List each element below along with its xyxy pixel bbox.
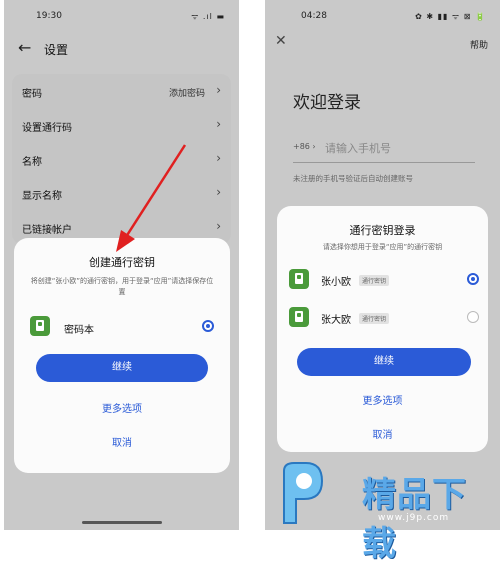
home-indicator bbox=[82, 521, 162, 524]
passkey-login-sheet: 通行密钥登录 请选择你想用于登录“应用”的通行密钥 张小欧 通行密钥 张大欧 通… bbox=[277, 206, 488, 452]
status-time: 19:30 bbox=[36, 11, 62, 21]
more-options-button[interactable]: 更多选项 bbox=[14, 400, 230, 415]
status-time: 04:28 bbox=[301, 11, 327, 21]
sheet-title: 通行密钥登录 bbox=[349, 224, 416, 237]
account-name: 张大欧 bbox=[321, 315, 351, 326]
settings-item-display-name[interactable]: 显示名称 › bbox=[12, 176, 231, 210]
status-icons: ᯤ .ıl ▬ bbox=[191, 12, 225, 21]
account-option-1[interactable]: 张小欧 通行密钥 bbox=[277, 266, 488, 292]
chevron-right-icon: › bbox=[216, 117, 221, 131]
save-location-option[interactable]: 密码本 bbox=[14, 314, 230, 340]
settings-item-label: 名称 bbox=[22, 157, 42, 168]
welcome-heading: 欢迎登录 bbox=[293, 93, 361, 113]
back-arrow-icon[interactable]: ← bbox=[18, 38, 31, 57]
phone-input[interactable]: 请输入手机号 bbox=[325, 140, 391, 156]
status-bar: 04:28 ✿ ✱ ▮▮ ᯤ ⊠ 🔋 bbox=[265, 10, 500, 24]
watermark-url: www.j9p.com bbox=[378, 513, 450, 523]
chevron-right-icon: › bbox=[216, 185, 221, 199]
account-option-2[interactable]: 张大欧 通行密钥 bbox=[277, 304, 488, 330]
settings-item-name[interactable]: 名称 › bbox=[12, 142, 231, 176]
password-book-app-icon bbox=[30, 316, 50, 336]
continue-button[interactable]: 继续 bbox=[297, 348, 471, 376]
option-name: 密码本 bbox=[64, 325, 94, 336]
cancel-button[interactable]: 取消 bbox=[14, 434, 230, 449]
watermark: 精品下载 www.j9p.com bbox=[266, 453, 501, 564]
radio-unselected-icon[interactable] bbox=[467, 311, 479, 323]
settings-item-value: 添加密码 bbox=[168, 89, 205, 99]
page-title: 设置 bbox=[44, 43, 69, 57]
settings-item-label: 显示名称 bbox=[22, 191, 62, 202]
passkey-app-icon bbox=[289, 269, 309, 289]
passkey-tag: 通行密钥 bbox=[359, 275, 390, 286]
watermark-logo-icon bbox=[283, 462, 324, 524]
account-name: 张小欧 bbox=[321, 277, 351, 288]
status-icons: ✿ ✱ ▮▮ ᯤ ⊠ 🔋 bbox=[415, 12, 486, 21]
passkey-tag: 通行密钥 bbox=[359, 313, 390, 324]
settings-list: 密码 添加密码 › 设置通行码 › 名称 › 显示名称 › 已链接帐户 › bbox=[12, 74, 231, 244]
settings-item-password[interactable]: 密码 添加密码 › bbox=[12, 74, 231, 108]
continue-button[interactable]: 继续 bbox=[36, 354, 208, 382]
more-options-button[interactable]: 更多选项 bbox=[277, 392, 488, 407]
register-hint: 未注册的手机号验证后自动创建账号 bbox=[293, 174, 413, 183]
chevron-right-icon: › bbox=[216, 83, 221, 97]
settings-item-label: 设置通行码 bbox=[22, 123, 72, 134]
passkey-app-icon bbox=[289, 307, 309, 327]
sheet-description: 请选择你想用于登录“应用”的通行密钥 bbox=[322, 243, 443, 251]
cancel-button[interactable]: 取消 bbox=[277, 426, 488, 441]
chevron-right-icon: › bbox=[216, 219, 221, 233]
left-screen: 19:30 ᯤ .ıl ▬ ← 设置 密码 添加密码 › 设置通行码 › 名称 … bbox=[4, 0, 239, 530]
settings-item-passcode[interactable]: 设置通行码 › bbox=[12, 108, 231, 142]
create-passkey-sheet: 创建通行密钥 将创建“张小欧”的通行密钥，用于登录“应用”请选择保存位置 密码本… bbox=[14, 238, 230, 473]
country-code-selector[interactable]: +86 › bbox=[293, 142, 316, 151]
settings-item-label: 密码 bbox=[22, 89, 42, 100]
close-icon[interactable]: ✕ bbox=[275, 33, 287, 49]
radio-selected-icon[interactable] bbox=[467, 273, 479, 285]
sheet-title: 创建通行密钥 bbox=[89, 256, 155, 269]
sheet-description: 将创建“张小欧”的通行密钥，用于登录“应用”请选择保存位置 bbox=[30, 277, 214, 296]
input-underline bbox=[293, 162, 475, 163]
chevron-right-icon: › bbox=[216, 151, 221, 165]
radio-selected-icon[interactable] bbox=[202, 320, 214, 332]
status-bar: 19:30 ᯤ .ıl ▬ bbox=[4, 10, 239, 24]
right-screen: 04:28 ✿ ✱ ▮▮ ᯤ ⊠ 🔋 ✕ 帮助 欢迎登录 +86 › 请输入手机… bbox=[265, 0, 500, 530]
help-link[interactable]: 帮助 bbox=[470, 38, 488, 51]
settings-item-label: 已链接帐户 bbox=[22, 225, 72, 236]
